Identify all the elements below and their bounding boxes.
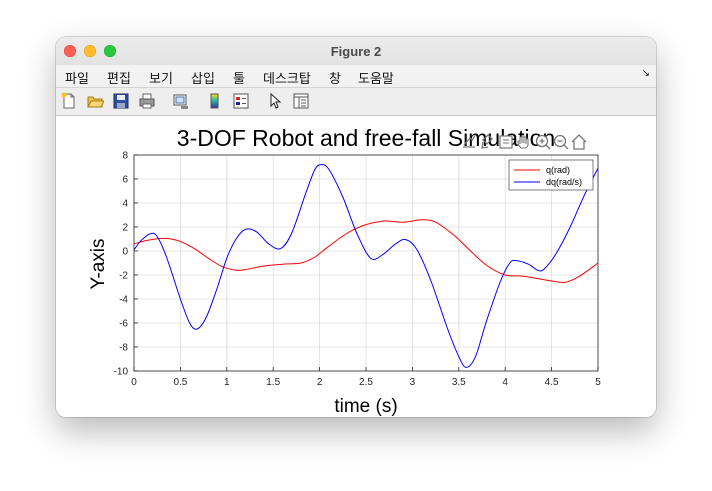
- menu-edit[interactable]: 편집: [107, 68, 131, 87]
- y-tick-label: -10: [114, 367, 129, 378]
- x-tick-label: 3: [410, 377, 416, 388]
- x-axis-label: time (s): [334, 396, 397, 417]
- menu-desktop[interactable]: 데스크탑: [263, 68, 311, 87]
- home-icon[interactable]: [571, 134, 587, 150]
- y-tick-label: 2: [122, 223, 128, 234]
- pan-hand-icon[interactable]: [517, 135, 529, 149]
- y-tick-label: -2: [119, 271, 128, 282]
- x-tick-label: 2.5: [359, 377, 373, 388]
- legend[interactable]: q(rad) dq(rad/s): [508, 159, 594, 191]
- y-tick-label: 4: [122, 199, 128, 210]
- title-bar[interactable]: Figure 2: [56, 37, 656, 65]
- corner-arrow-icon[interactable]: ↘: [642, 68, 650, 79]
- figure-toolbar: [56, 88, 656, 116]
- edit-plot-pointer-icon[interactable]: [266, 92, 284, 110]
- y-tick-label: 6: [122, 175, 128, 186]
- insert-legend-icon[interactable]: [232, 92, 250, 110]
- x-tick-label: 1.5: [266, 377, 280, 388]
- figure-window: Figure 2 파일 편집 보기 삽입 툴 데스크탑 창 도움말 ↘ 3-DO…: [56, 37, 656, 417]
- y-tick-label: 8: [122, 151, 128, 162]
- menu-view[interactable]: 보기: [149, 68, 173, 87]
- save-icon[interactable]: [112, 92, 130, 110]
- x-tick-label: 1: [224, 377, 230, 388]
- link-plot-icon[interactable]: [172, 92, 190, 110]
- x-tick-label: 3.5: [452, 377, 466, 388]
- y-axis-label: Y-axis: [88, 238, 109, 289]
- window-title: Figure 2: [330, 44, 382, 59]
- new-figure-icon[interactable]: [60, 92, 78, 110]
- y-tick-label: -4: [119, 295, 128, 306]
- menu-file[interactable]: 파일: [65, 68, 89, 87]
- menu-insert[interactable]: 삽입: [191, 68, 215, 87]
- print-icon[interactable]: [138, 92, 156, 110]
- insert-colorbar-icon[interactable]: [206, 92, 224, 110]
- x-tick-label: 0.5: [173, 377, 187, 388]
- chart-title: 3-DOF Robot and free-fall Simulation: [177, 125, 555, 151]
- y-tick-label: -8: [119, 343, 128, 354]
- menu-tools[interactable]: 툴: [233, 68, 245, 87]
- x-tick-label: 4: [502, 377, 508, 388]
- open-file-icon[interactable]: [86, 92, 104, 110]
- y-tick-label: -6: [119, 319, 128, 330]
- legend-label-q: q(rad): [546, 165, 570, 175]
- figure-canvas: 3-DOF Robot and free-fall Simulation 0 0…: [56, 116, 656, 417]
- menu-help[interactable]: 도움말: [358, 68, 394, 87]
- menu-bar: 파일 편집 보기 삽입 툴 데스크탑 창 도움말 ↘: [56, 65, 656, 88]
- x-tick-label: 2: [317, 377, 323, 388]
- x-tick-label: 4.5: [545, 377, 559, 388]
- datatip-icon[interactable]: [499, 135, 513, 149]
- x-tick-label: 5: [595, 377, 601, 388]
- x-tick-label: 0: [131, 377, 137, 388]
- legend-label-dq: dq(rad/s): [546, 177, 582, 187]
- chart[interactable]: 3-DOF Robot and free-fall Simulation 0 0…: [56, 116, 656, 417]
- menu-window[interactable]: 창: [329, 68, 341, 87]
- property-inspector-icon[interactable]: [292, 92, 310, 110]
- zoom-out-icon[interactable]: [553, 134, 569, 150]
- y-tick-label: 0: [122, 247, 128, 258]
